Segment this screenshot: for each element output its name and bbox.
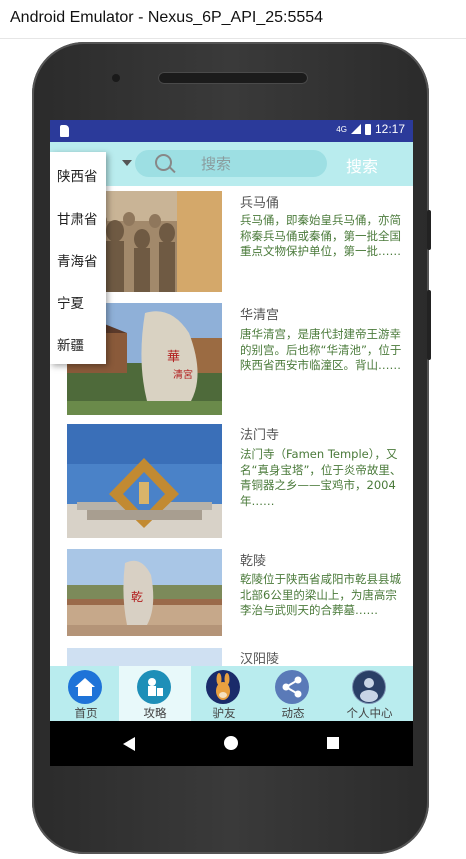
province-option[interactable]: 宁夏 — [57, 292, 84, 312]
status-bar: 4G 12:17 — [50, 120, 413, 142]
item-description: 兵马俑，即秦始皇兵马俑，亦简称秦兵马俑或秦俑，第一批全国重点文物保护单位，第一批… — [240, 213, 401, 258]
province-option[interactable]: 新疆 — [57, 334, 84, 354]
user-icon — [352, 670, 386, 704]
province-option[interactable]: 青海省 — [57, 250, 98, 270]
nav-tab-profile[interactable]: 个人中心 — [326, 666, 413, 721]
svg-text:華: 華 — [167, 350, 180, 365]
item-image-hanyangling — [67, 648, 222, 666]
list-item[interactable]: 乾 乾陵 乾陵位于陕西省咸阳市乾县县城北部6公里的梁山上，为唐高宗李治与武则天的… — [50, 544, 413, 643]
power-button[interactable] — [427, 210, 431, 250]
recent-apps-icon[interactable] — [327, 737, 339, 749]
search-box[interactable] — [135, 150, 331, 177]
network-type: 4G — [336, 124, 347, 134]
province-option[interactable]: 甘肃省 — [57, 208, 98, 228]
window-title-bar: Android Emulator - Nexus_6P_API_25:5554 — [0, 0, 466, 39]
dropdown-arrow-icon[interactable] — [122, 160, 132, 166]
earpiece-speaker — [158, 72, 308, 84]
item-title: 华清宫 — [240, 308, 280, 323]
home-icon — [68, 670, 102, 704]
volume-button[interactable] — [427, 290, 431, 360]
sd-card-icon — [60, 125, 69, 137]
province-dropdown[interactable]: 陕西省 甘肃省 青海省 宁夏 新疆 — [50, 152, 106, 364]
list-item[interactable]: 法门寺 法门寺（Famen Temple），又名“真身宝塔”，位于炎帝故里、青铜… — [50, 418, 413, 545]
bottom-navigation: 首页 攻略 驴友 动态 个人中心 — [50, 666, 413, 721]
signal-icon — [350, 124, 361, 134]
item-image-qianling: 乾 — [67, 549, 222, 636]
item-description: 乾陵位于陕西省咸阳市乾县县城北部6公里的梁山上，为唐高宗李治与武则天的合葬墓…… — [240, 572, 401, 617]
system-navigation-bar — [50, 721, 413, 766]
item-title: 兵马俑 — [240, 196, 280, 211]
donkey-icon — [206, 670, 240, 704]
nav-tab-guide[interactable]: 攻略 — [119, 666, 191, 721]
nav-label: 动态 — [281, 706, 305, 720]
front-camera — [112, 74, 120, 82]
search-input[interactable] — [185, 150, 331, 177]
search-button[interactable]: 搜索 — [346, 153, 378, 177]
nav-label: 驴友 — [212, 706, 236, 720]
guide-icon — [137, 670, 171, 704]
back-icon[interactable] — [123, 737, 135, 751]
nav-label: 首页 — [74, 706, 98, 720]
device-screen: 4G 12:17 搜索 搜索 兵马俑 兵马俑，即秦始皇兵马俑，亦简称秦兵马俑或秦… — [50, 120, 413, 766]
svg-text:乾: 乾 — [131, 590, 143, 604]
svg-text:清宮: 清宮 — [173, 368, 193, 381]
nav-tab-home[interactable]: 首页 — [50, 666, 122, 721]
nav-label: 个人中心 — [346, 706, 393, 720]
list-item[interactable]: 汉阳陵 — [50, 642, 413, 666]
search-icon — [155, 154, 172, 171]
item-description: 唐华清宫，是唐代封建帝王游幸的别宫。后也称“华清池”，位于陕西省西安市临潼区。背… — [240, 327, 402, 372]
home-button-icon[interactable] — [224, 736, 238, 750]
item-title: 汉阳陵 — [240, 652, 280, 666]
province-option[interactable]: 陕西省 — [57, 165, 98, 185]
item-description: 法门寺（Famen Temple），又名“真身宝塔”，位于炎帝故里、青铜器之乡—… — [240, 447, 402, 508]
clock: 12:17 — [374, 122, 405, 136]
nav-tab-moments[interactable]: 动态 — [257, 666, 329, 721]
nav-tab-donkey[interactable]: 驴友 — [188, 666, 260, 721]
item-title: 乾陵 — [240, 554, 267, 569]
battery-icon — [364, 123, 371, 135]
nav-label: 攻略 — [143, 706, 167, 720]
item-title: 法门寺 — [240, 428, 280, 443]
window-title: Android Emulator - Nexus_6P_API_25:5554 — [10, 9, 324, 26]
item-image-famen — [67, 424, 222, 538]
share-icon — [275, 670, 309, 704]
